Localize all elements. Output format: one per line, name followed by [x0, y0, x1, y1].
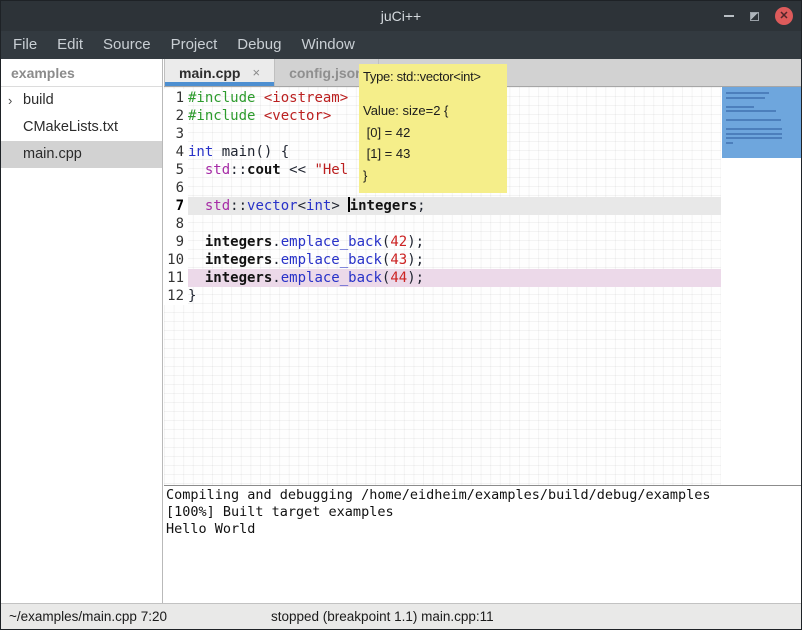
- menubar: FileEditSourceProjectDebugWindow: [1, 31, 801, 59]
- line-number[interactable]: 12: [164, 287, 188, 305]
- statusbar: ~/examples/main.cpp 7:20 stopped (breakp…: [1, 603, 801, 630]
- line-number[interactable]: 5: [164, 161, 188, 179]
- titlebar[interactable]: juCi++ ✕: [1, 1, 801, 31]
- code-line-7[interactable]: 7 std::vector<int> integers;: [164, 197, 721, 215]
- close-icon[interactable]: ✕: [775, 7, 793, 25]
- line-number[interactable]: 10: [164, 251, 188, 269]
- code-text: integers.emplace_back(42);: [188, 233, 721, 251]
- chevron-right-icon[interactable]: ›: [8, 87, 12, 114]
- sidebar-item-build[interactable]: › build: [1, 87, 162, 114]
- code-text: [188, 215, 721, 233]
- code-text: integers.emplace_back(43);: [188, 251, 721, 269]
- output-line: Compiling and debugging /home/eidheim/ex…: [166, 487, 802, 504]
- tooltip-type-line: Type: std::vector<int>: [363, 67, 503, 86]
- minimap[interactable]: [721, 87, 802, 485]
- line-number[interactable]: 8: [164, 215, 188, 233]
- output-panel[interactable]: Compiling and debugging /home/eidheim/ex…: [164, 485, 802, 603]
- tab-label: main.cpp: [179, 65, 240, 81]
- output-line: [100%] Built target examples: [166, 504, 802, 521]
- code-line-8[interactable]: 8: [164, 215, 721, 233]
- line-number[interactable]: 4: [164, 143, 188, 161]
- line-number[interactable]: 3: [164, 125, 188, 143]
- line-number[interactable]: 1: [164, 89, 188, 107]
- line-number[interactable]: 7: [164, 197, 188, 215]
- tree-item-label: build: [23, 92, 54, 108]
- tab-label: config.json: [289, 65, 364, 81]
- menu-item-debug[interactable]: Debug: [227, 31, 291, 59]
- window-title: juCi++: [381, 8, 421, 24]
- code-text: }: [188, 287, 721, 305]
- sidebar-item-cmakelists-txt[interactable]: CMakeLists.txt: [1, 114, 162, 141]
- tree-item-label: CMakeLists.txt: [23, 119, 118, 135]
- juci-window: juCi++ ✕ FileEditSourceProjectDebugWindo…: [0, 0, 802, 630]
- project-folder-label: examples: [1, 59, 162, 86]
- sidebar-item-main-cpp[interactable]: main.cpp: [1, 141, 162, 168]
- line-number[interactable]: 6: [164, 179, 188, 197]
- tree-item-label: main.cpp: [23, 146, 82, 162]
- menu-item-source[interactable]: Source: [93, 31, 161, 59]
- line-number[interactable]: 11: [164, 269, 188, 287]
- code-line-10[interactable]: 10 integers.emplace_back(43);: [164, 251, 721, 269]
- code-line-11[interactable]: 11 integers.emplace_back(44);: [164, 269, 721, 287]
- menu-item-edit[interactable]: Edit: [47, 31, 93, 59]
- line-number[interactable]: 9: [164, 233, 188, 251]
- menu-item-project[interactable]: Project: [161, 31, 228, 59]
- tab-close-icon[interactable]: ×: [252, 65, 260, 80]
- window-controls: ✕: [724, 1, 793, 31]
- code-line-12[interactable]: 12}: [164, 287, 721, 305]
- tab-main-cpp[interactable]: main.cpp ×: [164, 59, 275, 86]
- minimap-visible-region[interactable]: [722, 87, 802, 158]
- code-text: std::vector<int> integers;: [188, 197, 721, 215]
- output-line: Hello World: [166, 521, 802, 538]
- debug-value-tooltip: Type: std::vector<int> Value: size=2 { […: [359, 64, 507, 193]
- line-number[interactable]: 2: [164, 107, 188, 125]
- minimize-icon[interactable]: [724, 15, 734, 17]
- code-line-9[interactable]: 9 integers.emplace_back(42);: [164, 233, 721, 251]
- menu-item-file[interactable]: File: [3, 31, 47, 59]
- menu-item-window[interactable]: Window: [291, 31, 364, 59]
- tooltip-value-block: Value: size=2 { [0] = 42 [1] = 43}: [363, 100, 503, 186]
- file-tree-panel: examples › build CMakeLists.txt main.cpp: [1, 59, 162, 603]
- code-text: integers.emplace_back(44);: [188, 269, 721, 287]
- status-debug-state: stopped (breakpoint 1.1) main.cpp:11: [271, 609, 494, 624]
- status-file-position: ~/examples/main.cpp 7:20: [9, 609, 167, 624]
- restore-icon[interactable]: [750, 12, 759, 21]
